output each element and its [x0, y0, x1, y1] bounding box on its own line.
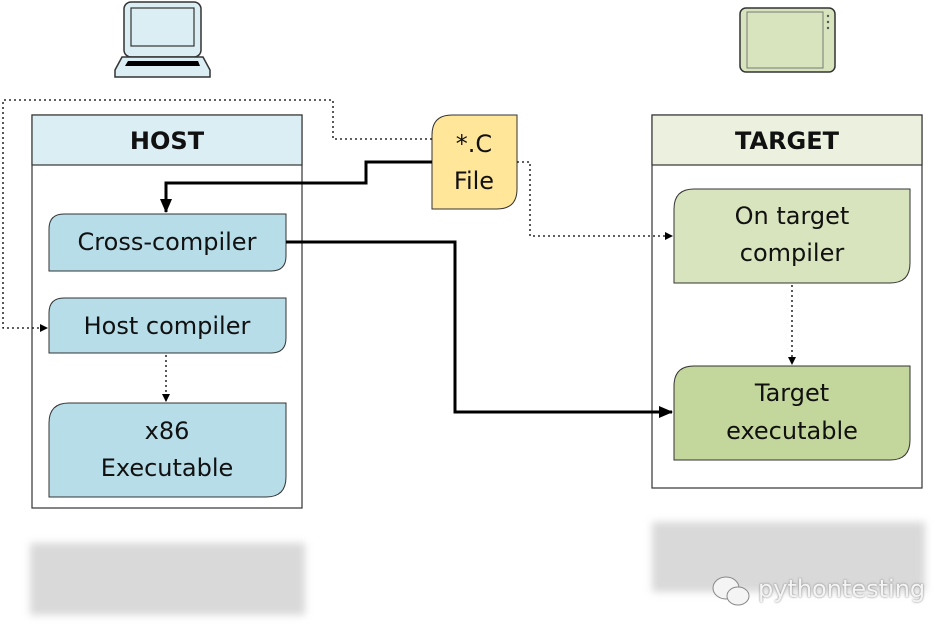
svg-text:*.C: *.C	[456, 130, 492, 158]
svg-text:Target: Target	[754, 379, 829, 407]
svg-text:Executable: Executable	[101, 454, 234, 482]
svg-text:On target: On target	[735, 202, 850, 230]
svg-text:Host compiler: Host compiler	[84, 312, 251, 340]
host-title: HOST	[130, 127, 205, 155]
svg-text:executable: executable	[726, 417, 858, 445]
svg-text:File: File	[454, 167, 494, 195]
x86-executable-box: x86 Executable	[48, 402, 287, 498]
svg-text:compiler: compiler	[740, 239, 845, 267]
laptop-icon	[114, 1, 211, 78]
diagram: HOST TARGET Cross-compiler Host compiler…	[0, 0, 940, 635]
arrow-cross-compiler-to-target-exec	[286, 240, 673, 418]
arrow-file-to-target-compiler	[517, 161, 673, 240]
source-file: *.C File	[431, 114, 518, 210]
host-compiler-box: Host compiler	[48, 297, 287, 354]
target-title: TARGET	[735, 127, 840, 155]
svg-text:x86: x86	[145, 417, 190, 445]
tablet-icon	[739, 7, 836, 73]
svg-text:Cross-compiler: Cross-compiler	[78, 228, 257, 256]
on-target-compiler-box: On target compiler	[673, 188, 911, 284]
cross-compiler-box: Cross-compiler	[48, 213, 287, 272]
target-executable-box: Target executable	[673, 365, 911, 461]
blurred-caption-host	[30, 543, 305, 615]
watermark-text: pythontesting	[758, 575, 926, 603]
